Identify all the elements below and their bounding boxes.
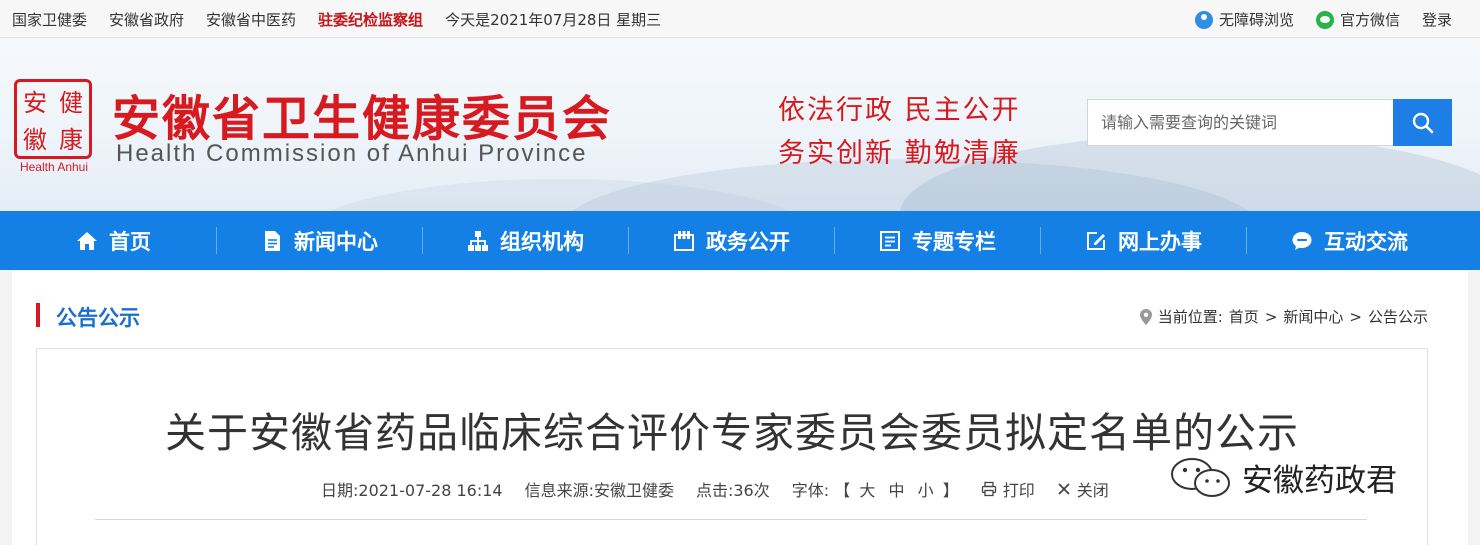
breadcrumb-separator: >	[1349, 307, 1362, 326]
site-title: 安徽省卫生健康委员会	[112, 91, 613, 147]
font-bracket-open: 【	[834, 481, 851, 500]
org-chart-icon	[466, 229, 490, 253]
nav-label: 新闻中心	[294, 229, 378, 254]
nav-item-online-services[interactable]: 网上办事	[1040, 211, 1246, 270]
breadcrumb-separator: >	[1264, 307, 1278, 326]
section-accent-bar	[36, 303, 40, 327]
link-discipline-inspection[interactable]: 驻委纪检监察组	[318, 9, 423, 30]
slogan-line-2: 务实创新 勤勉清廉	[778, 138, 1021, 169]
site-subtitle: Health Commission of Anhui Province	[116, 140, 588, 167]
wechat-logo-icon	[1171, 457, 1230, 497]
list-icon	[878, 229, 902, 253]
search-field	[1087, 99, 1393, 146]
breadcrumb: 当前位置: 首页 > 新闻中心 > 公告公示	[1139, 306, 1428, 327]
home-icon	[75, 229, 99, 253]
location-pin-icon	[1139, 308, 1152, 325]
printer-icon	[981, 481, 996, 497]
date-text: 今天是2021年07月28日 星期三	[445, 11, 662, 29]
nav-item-special-topics[interactable]: 专题专栏	[834, 211, 1040, 270]
article-meta: 日期:2021-07-28 16:14 信息来源:安徽卫健委 点击:36次 字体…	[321, 477, 1109, 501]
print-button[interactable]: 打印	[981, 477, 1035, 501]
search-icon	[1412, 112, 1433, 133]
seal-char: 安	[23, 89, 47, 117]
chat-icon	[1290, 229, 1314, 253]
accessibility-link[interactable]: 无障碍浏览	[1194, 9, 1294, 30]
wechat-label: 官方微信	[1339, 11, 1400, 29]
nav-item-organization[interactable]: 组织机构	[422, 211, 628, 270]
font-size-control: 字体: 【 大 中 小 】	[792, 477, 959, 501]
seal-char: 健	[59, 89, 83, 117]
nav-item-interaction[interactable]: 互动交流	[1246, 211, 1452, 270]
watermark-text: 安徽药政君	[1242, 463, 1397, 499]
nav-item-news[interactable]: 新闻中心	[216, 211, 422, 270]
meta-divider	[95, 519, 1367, 520]
font-size-small[interactable]: 小	[918, 481, 934, 500]
article-date: 日期:2021-07-28 16:14	[321, 481, 503, 500]
breadcrumb-current[interactable]: 公告公示	[1368, 306, 1428, 327]
top-right-tools: 无障碍浏览 官方微信 登录	[1194, 9, 1452, 30]
close-icon	[1058, 483, 1070, 495]
nav-label: 组织机构	[500, 229, 584, 254]
nav-label: 政务公开	[706, 229, 790, 254]
top-links: 国家卫健委 安徽省政府 安徽省中医药 驻委纪检监察组 今天是2021年07月28…	[12, 9, 661, 30]
accessibility-label: 无障碍浏览	[1218, 11, 1294, 29]
document-icon	[260, 229, 284, 253]
top-utility-bar: 国家卫健委 安徽省政府 安徽省中医药 驻委纪检监察组 今天是2021年07月28…	[0, 0, 1480, 38]
link-tcm[interactable]: 安徽省中医药	[206, 9, 296, 30]
logo-english-text: Health Anhui	[19, 160, 89, 174]
section-title: 公告公示	[56, 306, 140, 330]
wechat-icon	[1315, 10, 1334, 29]
article-clicks: 点击:36次	[695, 481, 770, 500]
seal-char: 徽	[23, 126, 47, 154]
breadcrumb-label: 当前位置:	[1157, 308, 1223, 326]
nav-item-home[interactable]: 首页	[10, 211, 216, 270]
print-label: 打印	[1002, 481, 1035, 500]
link-nhc[interactable]: 国家卫健委	[12, 9, 87, 30]
edit-icon	[1084, 229, 1108, 253]
article-panel: 关于安徽省药品临床综合评价专家委员会委员拟定名单的公示 日期:2021-07-2…	[36, 348, 1428, 545]
font-size-large[interactable]: 大	[859, 481, 875, 500]
font-size-medium[interactable]: 中	[888, 481, 904, 500]
site-logo[interactable]: 安 健 徽 康	[14, 79, 92, 159]
breadcrumb-home[interactable]: 首页	[1229, 306, 1259, 327]
nav-label: 互动交流	[1324, 229, 1408, 254]
nav-label: 专题专栏	[912, 229, 996, 254]
slogan-line-1: 依法行政 民主公开	[778, 95, 1021, 126]
close-label: 关闭	[1076, 481, 1109, 500]
nav-label: 首页	[109, 229, 151, 254]
search-input[interactable]	[1088, 100, 1393, 145]
close-button[interactable]: 关闭	[1057, 477, 1109, 501]
article-title: 关于安徽省药品临床综合评价专家委员会委员拟定名单的公示	[165, 409, 1299, 457]
link-anhui-gov[interactable]: 安徽省政府	[109, 9, 184, 30]
main-nav: 首页 新闻中心 组织机构 政务公开 专题专栏 网上办事 互动交流	[0, 211, 1480, 270]
main-content: 公告公示 当前位置: 首页 > 新闻中心 > 公告公示 关于安徽省药品临床综合评…	[12, 271, 1468, 545]
seal-char: 康	[59, 126, 83, 154]
nav-label: 网上办事	[1118, 229, 1202, 254]
font-size-label: 字体:	[791, 481, 830, 500]
folder-icon	[672, 229, 696, 253]
article-source: 信息来源:安徽卫健委	[524, 481, 674, 500]
login-link[interactable]: 登录	[1422, 9, 1452, 30]
font-bracket-close: 】	[942, 481, 959, 500]
accessibility-icon	[1194, 10, 1213, 29]
search-button[interactable]	[1393, 99, 1452, 146]
site-header: 安 健 徽 康 Health Anhui 安徽省卫生健康委员会 Health C…	[0, 39, 1480, 211]
breadcrumb-news[interactable]: 新闻中心	[1283, 306, 1343, 327]
wechat-link[interactable]: 官方微信	[1315, 9, 1400, 30]
login-label: 登录	[1421, 11, 1452, 29]
watermark: 安徽药政君	[1168, 455, 1397, 500]
nav-item-gov-affairs[interactable]: 政务公开	[628, 211, 834, 270]
